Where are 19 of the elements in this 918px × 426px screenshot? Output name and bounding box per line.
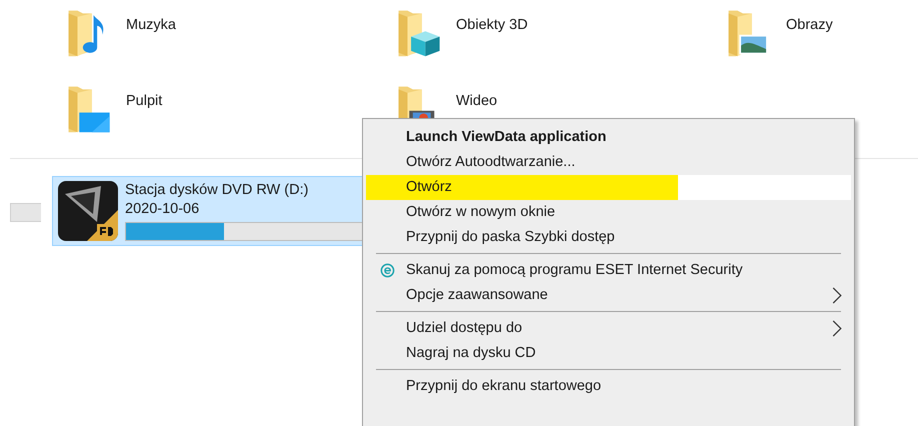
menu-item[interactable]: Przypnij do paska Szybki dostęp bbox=[366, 225, 851, 250]
menu-item[interactable]: Opcje zaawansowane bbox=[366, 283, 851, 308]
folder-name[interactable]: Muzyka bbox=[126, 17, 176, 33]
menu-item[interactable]: Udziel dostępu do bbox=[366, 316, 851, 341]
menu-item[interactable]: Launch ViewData application bbox=[366, 125, 851, 150]
drive-date: 2020-10-06 bbox=[125, 200, 200, 219]
menu-item[interactable]: Przypnij do ekranu startowego bbox=[366, 374, 851, 399]
menu-item[interactable]: Otwórz bbox=[366, 175, 851, 200]
drive-name: Stacja dysków DVD RW (D:) bbox=[125, 181, 310, 200]
folder-name[interactable]: Wideo bbox=[456, 93, 498, 109]
menu-item[interactable]: Nagraj na dysku CD bbox=[366, 341, 851, 366]
menu-item[interactable]: Skanuj za pomocą programu ESET Internet Security bbox=[366, 258, 851, 283]
folder-name[interactable]: Obrazy bbox=[786, 17, 833, 33]
menu-item[interactable]: Otwórz w nowym oknie bbox=[366, 200, 851, 225]
menu-item[interactable]: Otwórz Autoodtwarzanie... bbox=[366, 150, 851, 175]
tile-fragment bbox=[10, 203, 41, 222]
folder-name[interactable]: Obiekty 3D bbox=[456, 17, 528, 33]
dvd-drive-icon bbox=[57, 180, 119, 242]
folder-name[interactable]: Pulpit bbox=[126, 93, 162, 109]
